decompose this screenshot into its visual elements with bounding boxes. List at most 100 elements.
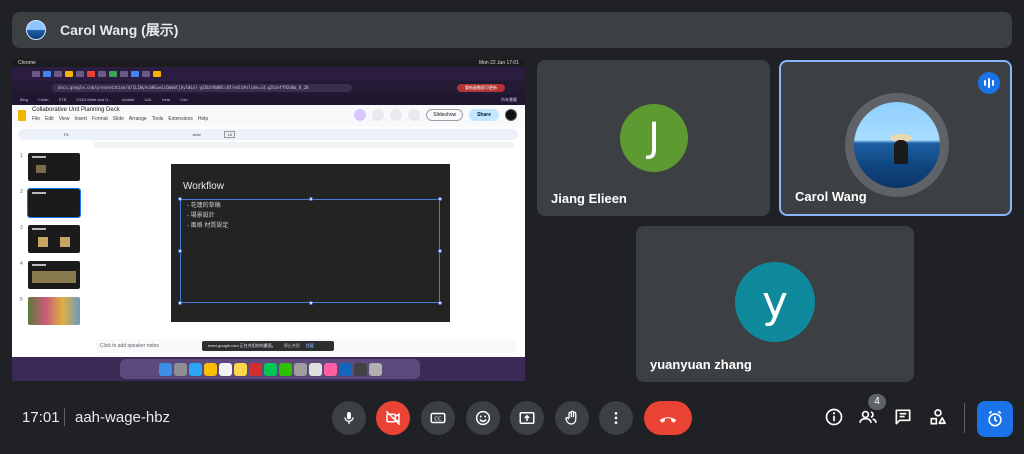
presenter-avatar (26, 20, 46, 40)
chrome-icon (203, 362, 217, 376)
safari-icon (188, 362, 202, 376)
bookmark: Update (121, 97, 135, 102)
thumb-number: 4 (20, 261, 23, 267)
participant-avatar: y (735, 262, 815, 342)
captions-button[interactable]: CC (421, 401, 455, 435)
slide-thumbnail (28, 297, 80, 325)
doc-menu-item: Format (91, 116, 108, 122)
browser-tab (153, 71, 161, 77)
doc-user-avatar (505, 109, 517, 121)
slide-bullet: - 花蓮的草稿 (187, 203, 221, 209)
emoji-button[interactable] (466, 401, 500, 435)
menubar-clock: Mon 22 Jan 17:01 (478, 60, 519, 66)
doc-menu-item: Insert (74, 116, 87, 122)
more-options-button[interactable] (599, 401, 633, 435)
slide-ruler (94, 142, 514, 148)
bookmark: 所有書籤 (501, 96, 517, 102)
speaking-indicator-icon (978, 72, 1000, 94)
finder-icon (158, 362, 172, 376)
meet-icon (408, 109, 421, 121)
doc-menu-item: Arrange (128, 116, 147, 122)
slide-filmstrip: 1 2 3 4 5 (12, 149, 92, 339)
settings-icon (173, 362, 187, 376)
participant-count-badge: 4 (868, 394, 886, 410)
browser-url-bar: docs.google.com/presentation/d/1LIWyhcbH… (12, 81, 525, 94)
people-icon (859, 410, 877, 423)
acrobat-icon (248, 362, 262, 376)
meeting-details-button[interactable] (822, 405, 846, 429)
mic-icon (344, 412, 354, 424)
slide-bullets: - 花蓮的草稿 - 場景設計 - 風格 材質設定 (187, 201, 228, 231)
participant-tile-jiang[interactable]: J Jiang Elieen (537, 60, 770, 216)
more-icon (614, 412, 618, 424)
host-controls-button[interactable] (977, 401, 1013, 437)
browser-tab (87, 71, 95, 77)
notes-icon (233, 362, 247, 376)
svg-text:CC: CC (434, 416, 442, 422)
leave-call-button[interactable] (644, 401, 692, 435)
app-icon (308, 362, 322, 376)
participant-tile-yuanyuan[interactable]: y yuanyuan zhang (636, 226, 914, 382)
hide-banner-text: 隱藏 (305, 343, 314, 348)
mac-dock (120, 359, 420, 379)
bookmark: STB (58, 97, 67, 102)
trash-icon (368, 362, 382, 376)
browser-tab (65, 71, 73, 77)
thumb-number: 3 (20, 225, 23, 231)
menubar-app: Chrome (18, 60, 36, 66)
browser-tab (76, 71, 84, 77)
doc-menu-item: Help (197, 116, 209, 122)
app-icon (338, 362, 352, 376)
app-icon (353, 362, 367, 376)
chat-icon (895, 409, 911, 425)
participant-name: Jiang Elieen (551, 191, 627, 206)
screen-share-banner: meet.google.com 正在共用你的畫面。 停止共用 隱藏 (202, 341, 334, 351)
profile-photo (854, 102, 940, 188)
browser-tab (142, 71, 150, 77)
doc-menu-item: Extensions (168, 116, 193, 122)
app-icon (293, 362, 307, 376)
mic-button[interactable] (332, 401, 366, 435)
gemini-icon (354, 109, 367, 121)
google-slides-window: Collaborative Unit Planning Deck File Ed… (12, 105, 525, 357)
presenter-name: Carol Wang (展示) (60, 22, 179, 38)
slides-logo-icon (18, 110, 26, 121)
activities-button[interactable] (926, 405, 950, 429)
line-icon (263, 362, 277, 376)
bookmark: Cdd (180, 97, 188, 102)
divider (964, 403, 965, 433)
raise-hand-button[interactable] (555, 401, 589, 435)
camera-off-icon (385, 410, 401, 426)
present-icon (519, 412, 535, 424)
participant-name: yuanyuan zhang (650, 357, 752, 372)
slide-thumbnail (28, 153, 80, 181)
toolbar-size: 16 (224, 131, 235, 138)
history-icon (372, 109, 385, 121)
hang-up-icon (659, 417, 677, 423)
bookmarks-bar: Blog Colab STB 23/24 Meet and O... Updat… (12, 94, 525, 105)
activities-icon (930, 409, 946, 425)
photos-icon (218, 362, 232, 376)
slide-thumbnail (28, 261, 80, 289)
slide-canvas: Workflow - 花蓮的草稿 - 場景設計 - 風格 材質設定 (171, 164, 450, 322)
meeting-code: aah-wage-hbz (75, 409, 171, 426)
chat-button[interactable] (891, 405, 915, 429)
bookmark: Blog (20, 97, 29, 102)
browser-tab (131, 71, 139, 77)
browser-tab-strip (12, 67, 525, 81)
camera-button[interactable] (376, 401, 410, 435)
slide-thumbnail-selected (27, 188, 81, 218)
doc-menu-item: Edit (45, 116, 54, 122)
present-button[interactable] (510, 401, 544, 435)
participant-tile-carol[interactable]: Carol Wang (779, 60, 1012, 216)
slide-bullet: - 風格 材質設定 (187, 223, 229, 229)
browser-tab (54, 71, 62, 77)
browser-tab (43, 71, 51, 77)
mac-menubar: Chrome Mon 22 Jan 17:01 (12, 59, 525, 67)
participant-name: Carol Wang (795, 189, 867, 204)
bookmark: 23/24 Meet and O... (76, 97, 112, 102)
participant-avatar: J (620, 104, 688, 172)
stop-sharing-text: 停止共用 (283, 343, 300, 348)
wechat-icon (278, 362, 292, 376)
doc-menu-item: View (58, 116, 70, 122)
